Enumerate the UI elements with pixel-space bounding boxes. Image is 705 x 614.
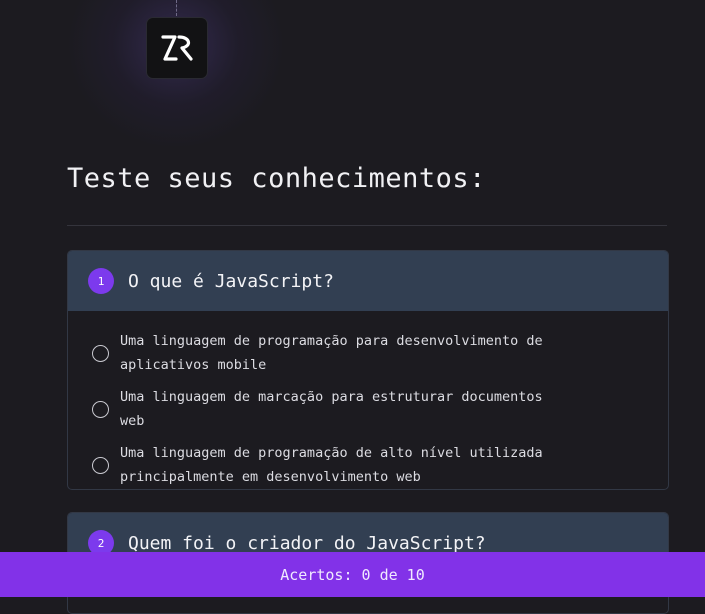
score-text: Acertos: 0 de 10 [280, 565, 425, 584]
title-divider [67, 225, 667, 226]
question-text: Quem foi o criador do JavaScript? [128, 532, 486, 554]
radio-button[interactable] [92, 344, 109, 362]
question-text: O que é JavaScript? [128, 270, 334, 292]
score-footer: Acertos: 0 de 10 [0, 552, 705, 597]
answer-option-label: Uma linguagem de programação para desenv… [120, 333, 543, 373]
rocketseat-logo-icon [161, 35, 193, 61]
page-title: Teste seus conhecimentos: [67, 163, 486, 194]
answer-option-label: Uma linguagem de marcação para estrutura… [120, 389, 543, 429]
question-header: 1 O que é JavaScript? [68, 251, 668, 311]
answer-option-label: Uma linguagem de programação de alto nív… [120, 445, 543, 485]
logo-connector-line [176, 0, 178, 16]
question-card: 1 O que é JavaScript? Uma linguagem de p… [67, 250, 669, 490]
question-number-badge: 1 [88, 268, 114, 294]
radio-button[interactable] [92, 400, 109, 418]
logo [147, 18, 207, 78]
answer-option[interactable]: Uma linguagem de programação para desenv… [92, 329, 648, 377]
options-list: Uma linguagem de programação para desenv… [68, 311, 668, 489]
answer-option[interactable]: Uma linguagem de programação de alto nív… [92, 441, 648, 489]
answer-option[interactable]: Uma linguagem de marcação para estrutura… [92, 385, 648, 433]
radio-button[interactable] [92, 456, 109, 474]
